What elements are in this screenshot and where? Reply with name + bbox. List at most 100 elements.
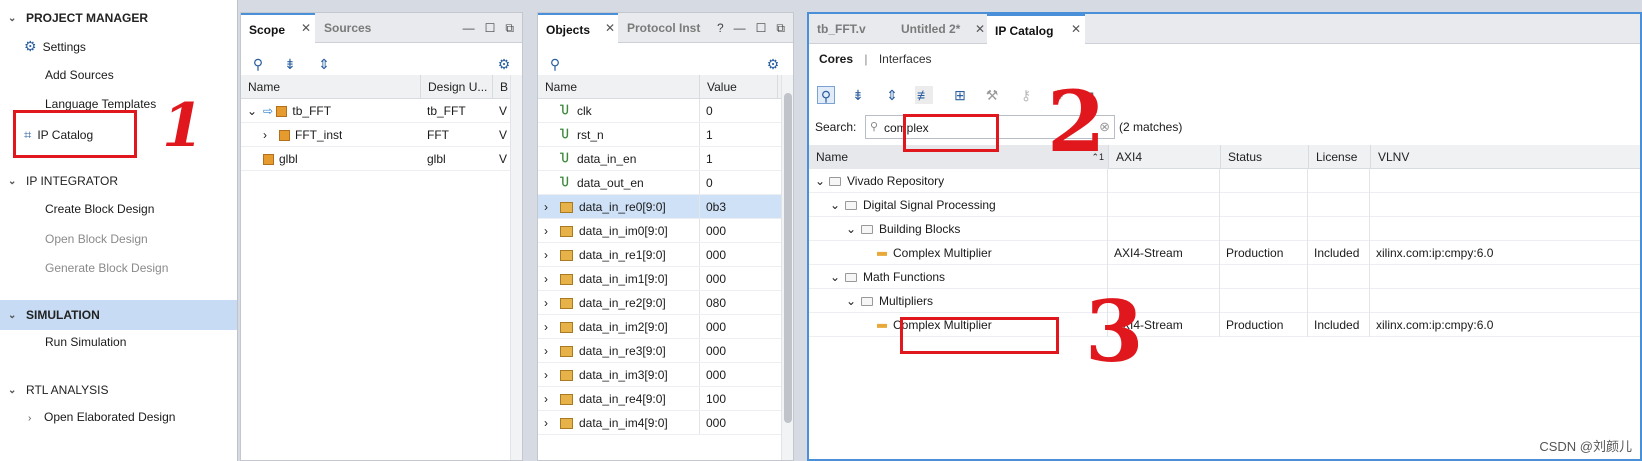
gear-icon[interactable]: ⚙ xyxy=(764,55,782,73)
float-icon[interactable]: ⧉ xyxy=(776,21,785,36)
search-icon[interactable]: ⚲ xyxy=(546,55,564,73)
wrench-icon[interactable]: ⚒ xyxy=(983,86,1001,104)
chevron-right-icon[interactable]: › xyxy=(544,387,548,411)
scrollbar[interactable] xyxy=(781,75,793,460)
table-row[interactable]: glbl glbl V xyxy=(241,147,522,171)
table-row[interactable]: › data_in_im0[9:0] 000 xyxy=(538,219,781,243)
expand-all-icon[interactable]: ⇕ xyxy=(315,55,333,73)
chevron-right-icon[interactable]: › xyxy=(28,413,38,424)
column-value[interactable]: Value xyxy=(700,75,778,99)
nav-open-elaborated-design[interactable]: › Open Elaborated Design xyxy=(28,410,175,424)
chevron-right-icon[interactable]: › xyxy=(544,243,548,267)
ip-row[interactable]: Complex Multiplier AXI4-Stream Productio… xyxy=(809,241,1640,265)
search-icon[interactable]: ⚲ xyxy=(817,86,835,104)
table-row[interactable]: › FFT_inst FFT V xyxy=(241,123,522,147)
tab-sources[interactable]: Sources xyxy=(316,13,391,43)
section-simulation[interactable]: ⌄ SIMULATION xyxy=(8,308,100,322)
chevron-right-icon[interactable]: › xyxy=(544,219,548,243)
tree-row[interactable]: ⌄ Building Blocks xyxy=(809,217,1640,241)
maximize-icon[interactable]: ☐ xyxy=(756,21,767,36)
chevron-right-icon[interactable]: › xyxy=(544,363,548,387)
filter-icon[interactable]: ≢ xyxy=(915,86,933,104)
subtab-interfaces[interactable]: Interfaces xyxy=(879,52,932,66)
table-row[interactable]: ⌄ ⇨ tb_FFT tb_FFT V xyxy=(241,99,522,123)
help-icon[interactable]: ? xyxy=(717,21,724,36)
nav-create-block-design[interactable]: Create Block Design xyxy=(45,202,154,216)
minimize-icon[interactable]: — xyxy=(463,21,475,36)
close-icon[interactable]: ✕ xyxy=(975,22,985,36)
scrollbar[interactable] xyxy=(510,75,522,460)
table-row[interactable]: › data_in_re0[9:0] 0b3 xyxy=(538,195,781,219)
chevron-right-icon[interactable]: › xyxy=(544,291,548,315)
table-row[interactable]: › data_in_re1[9:0] 000 xyxy=(538,243,781,267)
scrollbar-thumb[interactable] xyxy=(784,93,792,423)
close-icon[interactable]: ✕ xyxy=(301,21,311,35)
chevron-down-icon[interactable]: ⌄ xyxy=(846,289,856,313)
nav-settings[interactable]: ⚙ Settings xyxy=(24,38,86,55)
tree-row[interactable]: ⌄ Vivado Repository xyxy=(809,169,1640,193)
key-icon[interactable]: ⚷ xyxy=(1017,86,1035,104)
chevron-down-icon[interactable]: ⌄ xyxy=(830,193,840,217)
close-icon[interactable]: ✕ xyxy=(605,21,615,35)
tab-protocol-inst[interactable]: Protocol Inst xyxy=(619,13,709,43)
table-row[interactable]: › data_in_re3[9:0] 000 xyxy=(538,339,781,363)
column-axi4[interactable]: AXI4 xyxy=(1109,145,1221,169)
chevron-down-icon[interactable]: ⌄ xyxy=(247,99,257,123)
column-name[interactable]: Name xyxy=(241,75,421,99)
chevron-down-icon[interactable]: ⌄ xyxy=(8,176,18,187)
nav-add-sources[interactable]: Add Sources xyxy=(45,68,114,82)
table-row[interactable]: Ⴎclk 0 xyxy=(538,99,781,123)
column-vlnv[interactable]: VLNV xyxy=(1371,145,1631,169)
maximize-icon[interactable]: ☐ xyxy=(485,21,496,36)
tab-untitled-2[interactable]: Untitled 2* xyxy=(893,14,987,44)
close-icon[interactable]: ✕ xyxy=(1071,22,1081,36)
table-row[interactable]: Ⴎdata_out_en 0 xyxy=(538,171,781,195)
section-rtl-analysis[interactable]: ⌄ RTL ANALYSIS xyxy=(8,383,108,397)
chevron-right-icon[interactable]: › xyxy=(544,195,548,219)
tree-row[interactable]: ⌄ Math Functions xyxy=(809,265,1640,289)
chevron-down-icon[interactable]: ⌄ xyxy=(8,385,18,396)
table-row[interactable]: › data_in_re2[9:0] 080 xyxy=(538,291,781,315)
float-icon[interactable]: ⧉ xyxy=(505,21,514,36)
table-row[interactable]: › data_in_im4[9:0] 000 xyxy=(538,411,781,435)
chevron-down-icon[interactable]: ⌄ xyxy=(8,13,18,24)
tree-row[interactable]: ⌄ Digital Signal Processing xyxy=(809,193,1640,217)
table-row[interactable]: › data_in_im2[9:0] 000 xyxy=(538,315,781,339)
chevron-down-icon[interactable]: ⌄ xyxy=(830,265,840,289)
chevron-right-icon[interactable]: › xyxy=(544,339,548,363)
chevron-down-icon[interactable]: ⌄ xyxy=(8,310,18,321)
nav-language-templates[interactable]: Language Templates xyxy=(45,97,156,111)
column-b[interactable]: B xyxy=(493,75,511,99)
column-license[interactable]: License xyxy=(1309,145,1371,169)
section-ip-integrator[interactable]: ⌄ IP INTEGRATOR xyxy=(8,174,118,188)
table-row[interactable]: › data_in_im3[9:0] 000 xyxy=(538,363,781,387)
subtab-cores[interactable]: Cores xyxy=(819,52,853,66)
tab-tb-fft-v[interactable]: tb_FFT.v xyxy=(809,14,893,44)
collapse-all-icon[interactable]: ⇟ xyxy=(281,55,299,73)
chevron-down-icon[interactable]: ⌄ xyxy=(846,217,856,241)
table-row[interactable]: Ⴎdata_in_en 1 xyxy=(538,147,781,171)
collapse-all-icon[interactable]: ⇟ xyxy=(849,86,867,104)
chevron-right-icon[interactable]: › xyxy=(544,315,548,339)
column-status[interactable]: Status xyxy=(1221,145,1309,169)
table-row[interactable]: Ⴎrst_n 1 xyxy=(538,123,781,147)
minimize-icon[interactable]: — xyxy=(734,21,746,36)
search-icon[interactable]: ⚲ xyxy=(249,55,267,73)
ip-name: Complex Multiplier xyxy=(893,246,992,260)
expand-all-icon[interactable]: ⇕ xyxy=(883,86,901,104)
chevron-down-icon[interactable]: ⌄ xyxy=(815,169,825,193)
nav-open-block-design[interactable]: Open Block Design xyxy=(45,232,148,246)
chevron-right-icon[interactable]: › xyxy=(263,123,267,147)
nav-generate-block-design[interactable]: Generate Block Design xyxy=(45,261,168,275)
chevron-right-icon[interactable]: › xyxy=(544,411,548,435)
table-row[interactable]: › data_in_im1[9:0] 000 xyxy=(538,267,781,291)
hierarchy-icon[interactable]: ⊞ xyxy=(951,86,969,104)
tree-row[interactable]: ⌄ Multipliers xyxy=(809,289,1640,313)
column-design-unit[interactable]: Design U... xyxy=(421,75,493,99)
nav-run-simulation[interactable]: Run Simulation xyxy=(45,335,126,349)
chevron-right-icon[interactable]: › xyxy=(544,267,548,291)
gear-icon[interactable]: ⚙ xyxy=(495,55,513,73)
column-name[interactable]: Name xyxy=(538,75,700,99)
table-row[interactable]: › data_in_re4[9:0] 100 xyxy=(538,387,781,411)
section-project-manager[interactable]: ⌄ PROJECT MANAGER xyxy=(8,11,148,25)
